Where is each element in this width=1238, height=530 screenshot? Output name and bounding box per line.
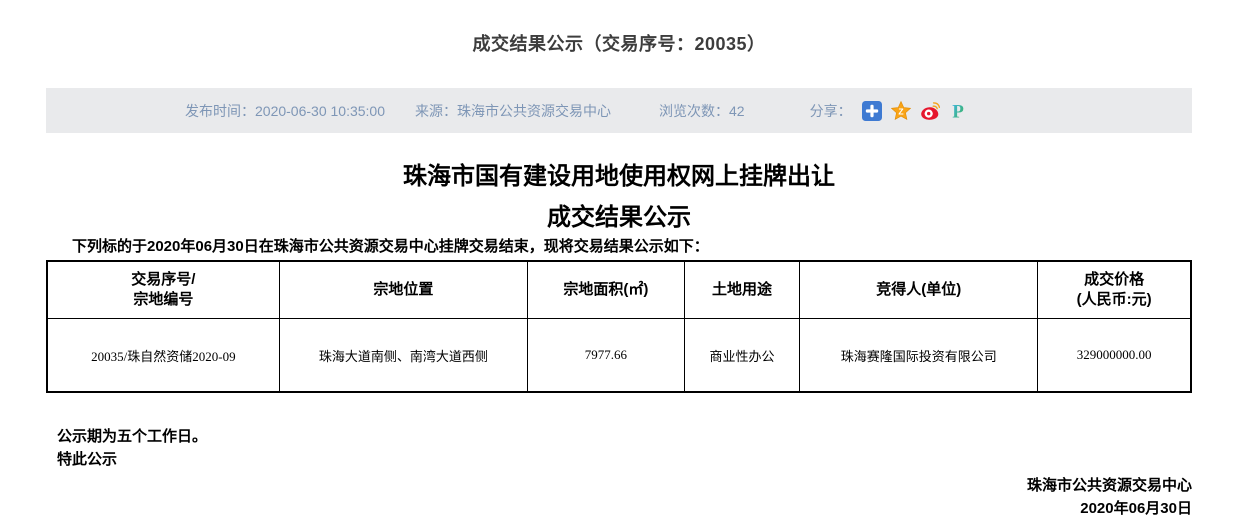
svg-text:Z: Z <box>898 106 903 116</box>
cell-parcel-area: 7977.66 <box>527 319 684 393</box>
publish-time: 发布时间：2020-06-30 10:35:00 <box>185 101 385 121</box>
view-count-label: 浏览次数： <box>659 103 729 119</box>
announcement-heading-line2: 成交结果公示 <box>0 203 1238 232</box>
source-value: 珠海市公共资源交易中心 <box>457 103 611 119</box>
table-row: 20035/珠自然资储2020-09 珠海大道南侧、南湾大道西侧 7977.66… <box>47 319 1191 393</box>
source-label: 来源： <box>415 103 457 119</box>
header-transaction-no: 交易序号/ 宗地编号 <box>47 261 279 319</box>
view-count: 浏览次数：42 <box>659 101 745 121</box>
share-icons: Z P <box>862 101 969 121</box>
header-land-use: 土地用途 <box>684 261 800 319</box>
publish-time-value: 2020-06-30 10:35:00 <box>255 103 385 119</box>
view-count-value: 42 <box>729 103 745 119</box>
hereby-announced-note: 特此公示 <box>57 448 1238 471</box>
share-label: 分享： <box>810 101 852 121</box>
publicity-period-note: 公示期为五个工作日。 <box>57 425 1238 448</box>
cell-parcel-location: 珠海大道南侧、南湾大道西侧 <box>279 319 527 393</box>
header-winning-bidder: 竞得人(单位) <box>800 261 1038 319</box>
cell-deal-price: 329000000.00 <box>1038 319 1191 393</box>
signature-date: 2020年06月30日 <box>46 497 1192 520</box>
announcement-heading-line1: 珠海市国有建设用地使用权网上挂牌出让 <box>0 162 1238 191</box>
meta-bar: 发布时间：2020-06-30 10:35:00 来源：珠海市公共资源交易中心 … <box>46 88 1192 133</box>
header-parcel-area: 宗地面积(㎡) <box>527 261 684 319</box>
cell-land-use: 商业性办公 <box>684 319 800 393</box>
signature-block: 珠海市公共资源交易中心 2020年06月30日 <box>46 474 1192 520</box>
publish-time-label: 发布时间： <box>185 103 255 119</box>
result-table: 交易序号/ 宗地编号 宗地位置 宗地面积(㎡) 土地用途 竞得人(单位) 成交价… <box>46 260 1192 393</box>
svg-text:P: P <box>952 101 964 121</box>
header-deal-price: 成交价格 (人民币:元) <box>1038 261 1191 319</box>
announcement-intro: 下列标的于2020年06月30日在珠海市公共资源交易中心挂牌交易结束，现将交易结… <box>46 237 1192 257</box>
sina-weibo-icon[interactable] <box>920 101 940 121</box>
page-title: 成交结果公示（交易序号：20035） <box>0 0 1238 56</box>
signature-org: 珠海市公共资源交易中心 <box>46 474 1192 497</box>
qzone-icon[interactable]: Z <box>891 101 911 121</box>
source: 来源：珠海市公共资源交易中心 <box>415 101 611 121</box>
table-header-row: 交易序号/ 宗地编号 宗地位置 宗地面积(㎡) 土地用途 竞得人(单位) 成交价… <box>47 261 1191 319</box>
share-more-icon[interactable] <box>862 101 882 121</box>
header-parcel-location: 宗地位置 <box>279 261 527 319</box>
pengyou-icon[interactable]: P <box>949 101 969 121</box>
cell-winning-bidder: 珠海赛隆国际投资有限公司 <box>800 319 1038 393</box>
cell-transaction-no: 20035/珠自然资储2020-09 <box>47 319 279 393</box>
